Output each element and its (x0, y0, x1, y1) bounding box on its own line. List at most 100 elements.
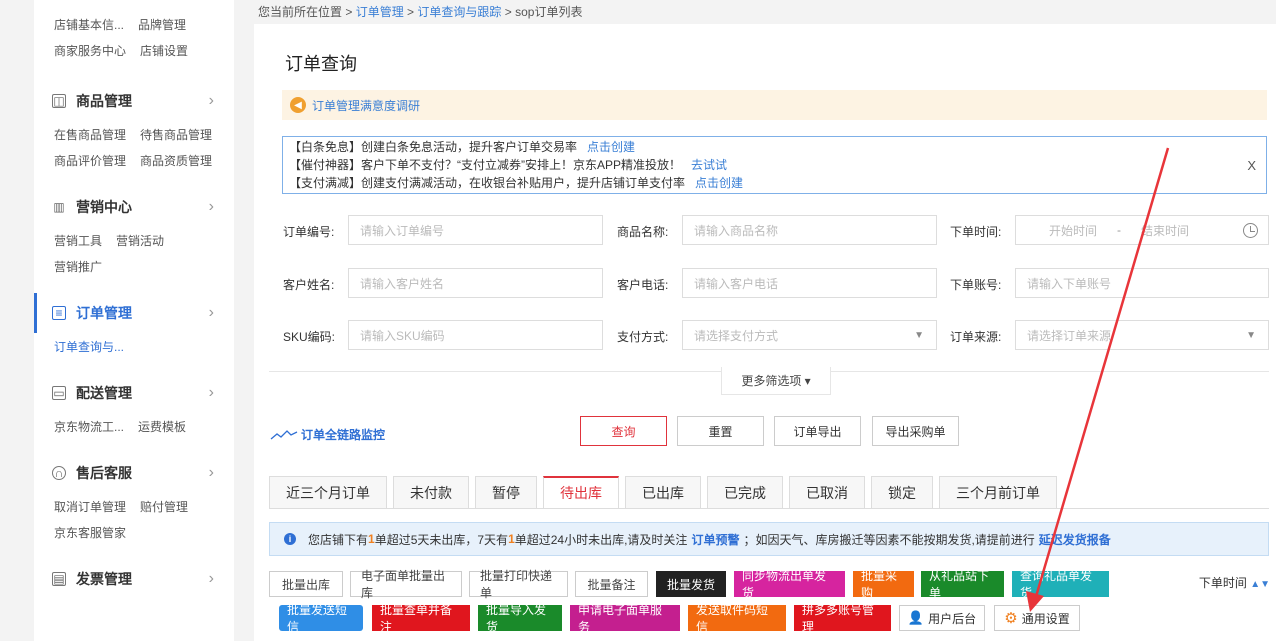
chevron-down-icon: ▼ (1246, 329, 1256, 341)
export-purchase-button[interactable]: 导出采购单 (872, 416, 959, 446)
truck-icon: ▭ (52, 386, 66, 400)
sidebar-link[interactable]: 店铺设置 (140, 42, 188, 59)
sidebar-link[interactable]: 商家服务中心 (54, 42, 126, 59)
pay-method-select[interactable]: 请选择支付方式 ▼ (682, 320, 937, 350)
more-filters-button[interactable]: 更多筛选项 ▾ (721, 367, 831, 395)
tab-outbound[interactable]: 已出库 (625, 476, 701, 508)
batch-query-remark-button[interactable]: 批量查单并备注 (372, 603, 470, 634)
sidebar-link[interactable]: 运费模板 (138, 418, 186, 435)
sidebar-section-marketing[interactable]: ▥ 营销中心 › (34, 187, 234, 227)
batch-import-ship-button[interactable]: 批量导入发货 (478, 603, 562, 634)
reset-button[interactable]: 重置 (677, 416, 764, 446)
sidebar-link[interactable]: 京东物流工... (54, 418, 124, 435)
tab-pending-outbound[interactable]: 待出库 (543, 476, 619, 508)
breadcrumb-sep: > (504, 5, 512, 19)
breadcrumb-link[interactable]: 订单查询与跟踪 (417, 5, 501, 19)
sidebar-link[interactable]: 营销推广 (54, 258, 102, 275)
export-button[interactable]: 订单导出 (774, 416, 861, 446)
tab-locked[interactable]: 锁定 (871, 476, 933, 508)
customer-phone-input[interactable]: 请输入客户电话 (682, 268, 937, 298)
survey-banner[interactable]: ◀ 订单管理满意度调研 (282, 90, 1267, 120)
survey-link[interactable]: 订单管理满意度调研 (312, 97, 420, 114)
tab-recent[interactable]: 近三个月订单 (269, 476, 387, 508)
section-title: 发票管理 (76, 571, 132, 587)
sort-by-time[interactable]: 下单时间 ▲▼ (1199, 574, 1270, 591)
sync-logistics-button[interactable]: 同步物流出单发货 (734, 569, 845, 600)
batch-sms-button[interactable]: 批量发送短信 (279, 603, 363, 634)
tab-unpaid[interactable]: 未付款 (393, 476, 469, 508)
delay-report-link[interactable]: 延迟发货报备 (1039, 531, 1111, 548)
tab-paused[interactable]: 暂停 (475, 476, 537, 508)
sidebar-section-product[interactable]: ◫ 商品管理 › (34, 81, 234, 121)
general-settings-button[interactable]: ⚙ 通用设置 (994, 605, 1080, 631)
order-source-placeholder: 请选择订单来源 (1027, 328, 1112, 343)
sidebar-link[interactable]: 商品资质管理 (140, 152, 212, 169)
sidebar-link[interactable]: 赔付管理 (140, 498, 188, 515)
user-backend-label: 用户后台 (928, 611, 977, 626)
alert-text: 单超过5天未出库，7天有 (374, 532, 509, 547)
order-source-select[interactable]: 请选择订单来源 ▼ (1015, 320, 1269, 350)
chevron-down-icon: ▼ (914, 329, 924, 341)
start-time-input[interactable]: 开始时间 (1049, 222, 1097, 239)
section-title: 商品管理 (76, 93, 132, 109)
sidebar-link[interactable]: 京东客服管家 (54, 524, 126, 541)
chevron-right-icon: › (208, 464, 214, 481)
pickup-code-sms-button[interactable]: 发送取件码短信 (688, 603, 786, 634)
pdd-account-button[interactable]: 拼多多账号管理 (794, 603, 891, 634)
batch-ship-button[interactable]: 批量发货 (656, 571, 726, 597)
close-icon[interactable]: X (1247, 157, 1256, 175)
tab-older[interactable]: 三个月前订单 (939, 476, 1057, 508)
batch-outbound-button[interactable]: 批量出库 (269, 571, 343, 597)
batch-purchase-button[interactable]: 批量采购 (853, 569, 914, 600)
sidebar-section-orders[interactable]: ≡ 订单管理 › (34, 293, 234, 333)
info-icon: i (284, 533, 296, 545)
date-separator: - (1117, 223, 1122, 237)
query-button[interactable]: 查询 (580, 416, 667, 446)
order-warning-link[interactable]: 订单预警 (691, 531, 739, 548)
invoice-icon: ▤ (52, 572, 66, 586)
notice-link[interactable]: 点击创建 (695, 176, 743, 190)
monitor-link[interactable]: 订单全链路监控 (270, 426, 385, 443)
end-time-input[interactable]: 结束时间 (1141, 222, 1189, 239)
batch-remark-button[interactable]: 批量备注 (575, 571, 648, 597)
bar-chart-icon: ▥ (53, 200, 65, 214)
chevron-right-icon: › (208, 198, 214, 215)
order-time-range[interactable]: 开始时间 - 结束时间 (1015, 215, 1269, 245)
sidebar-link[interactable]: 营销工具 (54, 232, 102, 249)
sidebar-link[interactable]: 取消订单管理 (54, 498, 126, 515)
sidebar-link[interactable]: 商品评价管理 (54, 152, 126, 169)
notice-link[interactable]: 去试试 (691, 158, 727, 172)
sidebar-section-delivery[interactable]: ▭ 配送管理 › (34, 373, 234, 413)
breadcrumb-link[interactable]: 订单管理 (356, 5, 404, 19)
alert-text: 您店铺下有 (308, 532, 369, 547)
gift-order-button[interactable]: 从礼品站下单 (921, 569, 1004, 600)
section-title: 营销中心 (76, 199, 132, 215)
notice-link[interactable]: 点击创建 (587, 140, 635, 154)
tab-cancelled[interactable]: 已取消 (789, 476, 865, 508)
sidebar-section-invoice[interactable]: ▤ 发票管理 › (34, 559, 234, 599)
sidebar-link-active[interactable]: 订单查询与... (34, 333, 234, 359)
tab-completed[interactable]: 已完成 (707, 476, 783, 508)
apply-eform-button[interactable]: 申请电子面单服务 (570, 603, 680, 634)
sku-label: SKU编码: (283, 330, 336, 344)
order-source-label: 订单来源: (950, 330, 1002, 344)
batch-print-button[interactable]: 批量打印快递单 (469, 569, 568, 600)
section-title: 配送管理 (76, 385, 132, 401)
sidebar-link[interactable]: 在售商品管理 (54, 126, 126, 143)
customer-name-label: 客户姓名: (283, 278, 335, 292)
product-name-input[interactable]: 请输入商品名称 (682, 215, 937, 245)
batch-eform-outbound-button[interactable]: 电子面单批量出库 (350, 569, 462, 600)
user-backend-button[interactable]: 👤 用户后台 (899, 605, 985, 631)
sku-input[interactable]: 请输入SKU编码 (348, 320, 603, 350)
sidebar-link[interactable]: 品牌管理 (138, 16, 186, 33)
customer-name-input[interactable]: 请输入客户姓名 (348, 268, 603, 298)
sidebar-link[interactable]: 营销活动 (116, 232, 164, 249)
breadcrumb-current: sop订单列表 (515, 5, 583, 19)
sidebar-link[interactable]: 店铺基本信... (54, 16, 124, 33)
sidebar-link[interactable]: 待售商品管理 (140, 126, 212, 143)
bag-icon: ◫ (52, 94, 66, 108)
gift-query-button[interactable]: 查询礼品单发货 (1012, 569, 1109, 600)
order-no-input[interactable]: 请输入订单编号 (348, 215, 603, 245)
sidebar-section-aftersale[interactable]: ∩ 售后客服 › (34, 453, 234, 493)
account-input[interactable]: 请输入下单账号 (1015, 268, 1269, 298)
